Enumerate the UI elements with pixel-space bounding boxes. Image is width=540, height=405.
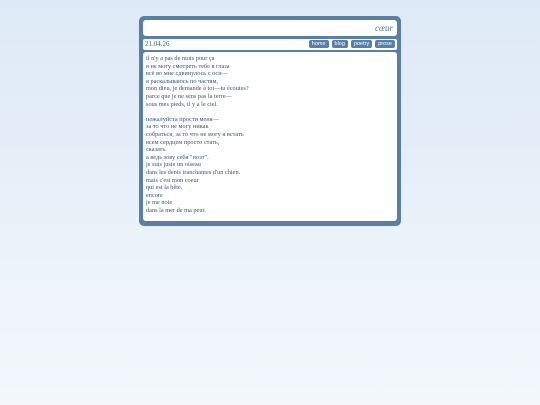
poem-line: je me noie — [146, 199, 173, 207]
poem-line: je suis juste un oiseau — [146, 161, 201, 169]
site-header: cœur — [143, 20, 397, 36]
entry-date: 21.04.26 — [145, 40, 170, 48]
nav-poetry-button[interactable]: poetry — [350, 40, 373, 48]
nav-bar: 21.04.26 home blog poetry prose — [143, 39, 397, 50]
poem-line: mais c'est mon coeur — [146, 176, 199, 184]
page-frame: cœur 21.04.26 home blog poetry prose il … — [139, 16, 401, 226]
poem-stanza-2: пожалуйста прости меня— за то что не мог… — [146, 116, 394, 215]
poem-line: sous mes pieds, il y a le ciel. — [146, 100, 218, 108]
poem-line: dans les dents tranchantes d'un chien. — [146, 168, 241, 176]
poem-stanza-1: il n'y a pas de mots pour ça я не могу с… — [146, 55, 394, 108]
poem-line: всё во мне сдвинулось с оси— — [146, 70, 228, 78]
poem-line: il n'y a pas de mots pour ça — [146, 55, 215, 62]
poem-content: il n'y a pas de mots pour ça я не могу с… — [143, 52, 397, 221]
poem-line: а ведь зову себя "поэт". — [146, 153, 209, 161]
nav-home-button[interactable]: home — [308, 40, 329, 48]
poem-line: parce que je ne sens pas la terre— — [146, 92, 232, 100]
poem-line: всем сердцем просто стать, — [146, 138, 220, 146]
site-title[interactable]: cœur — [375, 21, 393, 35]
poem-line: qui est la bête. — [146, 184, 183, 192]
nav-blog-button[interactable]: blog — [331, 40, 348, 48]
poem-line: dans la mer de ma peur. — [146, 206, 206, 214]
nav-links: home blog poetry prose — [308, 40, 395, 48]
poem-line: я раскалываюсь по частям, — [146, 77, 218, 85]
poem-line: я не могу смотреть тебе в глаза — [146, 62, 230, 70]
poem-line: encore — [146, 191, 163, 199]
poem-line: за то что не могу никак — [146, 123, 209, 131]
poem-line: пожалуйста прости меня— — [146, 115, 219, 123]
nav-prose-button[interactable]: prose — [375, 40, 395, 48]
poem-line: собраться, за то что не могу я встать — [146, 130, 244, 138]
poem-line: сказать. — [146, 146, 167, 154]
poem-line: mon dieu, je demande à toi—tu écoutes? — [146, 85, 249, 93]
